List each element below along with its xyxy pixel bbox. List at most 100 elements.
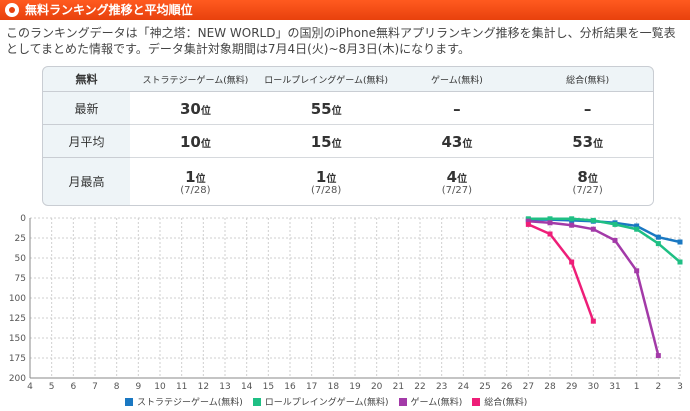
- legend-item: ストラテジーゲーム(無料): [125, 395, 243, 408]
- series-point: [547, 231, 553, 237]
- rank-value: 8: [577, 168, 588, 187]
- table-header-row: 無料 ストラテジーゲーム(無料) ロールプレイングゲーム(無料) ゲーム(無料)…: [43, 67, 653, 92]
- y-tick-label: 25: [15, 234, 26, 244]
- section-header: 無料ランキング推移と平均順位: [0, 0, 690, 20]
- series-point: [590, 226, 596, 232]
- rank-unit: 位: [195, 174, 206, 186]
- series-point: [547, 220, 553, 226]
- series-point: [677, 239, 683, 245]
- chart-legend: ストラテジーゲーム(無料) ロールプレイングゲーム(無料) ゲーム(無料) 総合(無料…: [125, 395, 537, 408]
- rank-cell: 1位 (7/28): [260, 157, 392, 205]
- y-tick-label: 50: [15, 254, 27, 264]
- y-tick-label: 75: [15, 274, 26, 284]
- x-tick-label: 5: [49, 382, 55, 392]
- legend-item: ロールプレイングゲーム(無料): [252, 395, 389, 408]
- x-tick-label: 1: [634, 382, 640, 392]
- series-point: [634, 226, 640, 232]
- x-tick-label: 27: [523, 382, 534, 392]
- legend-swatch: [252, 398, 261, 406]
- rank-unit: 位: [331, 138, 342, 150]
- x-tick-label: 26: [501, 382, 513, 392]
- x-tick-label: 28: [544, 382, 556, 392]
- series-point: [590, 217, 596, 223]
- x-tick-label: 3: [677, 382, 683, 392]
- legend-label: ゲーム(無料): [410, 398, 463, 408]
- column-header: ゲーム(無料): [391, 67, 523, 92]
- rank-cell: 53位: [522, 124, 653, 159]
- rank-date: (7/27): [572, 185, 603, 197]
- column-header: 総合(無料): [522, 67, 653, 92]
- rank-unit: 位: [587, 174, 598, 186]
- x-tick-label: 23: [436, 382, 447, 392]
- x-tick-label: 20: [371, 382, 383, 392]
- rank-value: 10: [179, 132, 201, 151]
- rank-date: (7/28): [310, 185, 342, 197]
- series-point: [569, 216, 575, 222]
- rank-value: 53: [572, 132, 594, 151]
- y-tick-label: 0: [20, 214, 26, 224]
- series-point: [634, 268, 640, 274]
- x-tick-label: 30: [588, 382, 600, 392]
- x-tick-label: 11: [176, 382, 187, 392]
- section-title: 無料ランキング推移と平均順位: [25, 3, 193, 17]
- rank-cell: 30位: [130, 91, 261, 126]
- x-tick-label: 24: [458, 382, 470, 392]
- x-tick-label: 8: [114, 382, 120, 392]
- table-row: 月最高 1位 (7/28) 1位 (7/28) 4位 (7/27) 8位 (7/27): [43, 157, 653, 205]
- y-tick-label: 200: [9, 374, 26, 384]
- x-tick-label: 13: [219, 382, 230, 392]
- x-tick-label: 12: [198, 382, 209, 392]
- legend-swatch: [472, 398, 481, 406]
- legend-label: ロールプレイングゲーム(無料): [264, 398, 389, 408]
- table-row: 最新 30位 55位 – –: [43, 91, 653, 126]
- series-point: [590, 318, 596, 324]
- row-label: 最新: [43, 91, 130, 126]
- rank-date: (7/27): [441, 185, 472, 197]
- series-point: [569, 222, 575, 228]
- table-row: 月平均 10位 15位 43位 53位: [43, 124, 653, 159]
- series-point: [525, 221, 531, 227]
- x-tick-label: 31: [609, 382, 620, 392]
- rank-cell: 15位: [260, 124, 392, 159]
- rank-value: 55: [310, 99, 332, 118]
- bullet-circle-icon: [5, 3, 19, 17]
- series-point: [612, 237, 618, 243]
- rank-value: 4: [446, 168, 458, 187]
- y-tick-label: 175: [9, 354, 26, 364]
- row-label: 月最高: [68, 175, 105, 190]
- rank-cell: –: [522, 91, 653, 126]
- x-tick-label: 14: [241, 382, 253, 392]
- column-header: ロールプレイングゲーム(無料): [260, 67, 392, 92]
- legend-swatch: [125, 398, 133, 406]
- x-tick-label: 7: [92, 382, 98, 392]
- column-header: ストラテジーゲーム(無料): [130, 67, 261, 92]
- legend-swatch: [398, 398, 407, 406]
- x-tick-label: 22: [414, 382, 425, 392]
- rank-value: –: [453, 99, 461, 118]
- rank-unit: 位: [200, 138, 211, 150]
- rank-cell: 43位: [391, 124, 523, 159]
- y-tick-label: 100: [9, 294, 26, 304]
- rank-cell: 4位 (7/27): [391, 157, 523, 205]
- rank-value: –: [583, 99, 592, 118]
- x-tick-label: 6: [70, 382, 76, 392]
- table-corner-label: 無料: [43, 67, 130, 92]
- series-point: [655, 234, 661, 240]
- series-point: [655, 241, 661, 247]
- x-tick-label: 15: [263, 382, 274, 392]
- rank-value: 1: [315, 168, 327, 187]
- x-tick-label: 19: [349, 382, 361, 392]
- description-text: このランキングデータは「神之塔：NEW WORLD」の国別のiPhone無料アプ…: [6, 26, 676, 56]
- x-tick-label: 10: [154, 382, 166, 392]
- legend-label: ストラテジーゲーム(無料): [137, 398, 243, 408]
- rank-unit: 位: [331, 105, 342, 117]
- x-tick-label: 17: [306, 382, 317, 392]
- rank-unit: 位: [200, 105, 211, 117]
- series-point: [655, 353, 661, 359]
- series-point: [677, 259, 683, 265]
- legend-label: 総合(無料): [484, 398, 528, 408]
- rank-cell: 8位 (7/27): [522, 157, 653, 205]
- x-tick-label: 4: [27, 382, 33, 392]
- rank-cell: 1位 (7/28): [130, 157, 261, 205]
- rank-unit: 位: [326, 174, 337, 186]
